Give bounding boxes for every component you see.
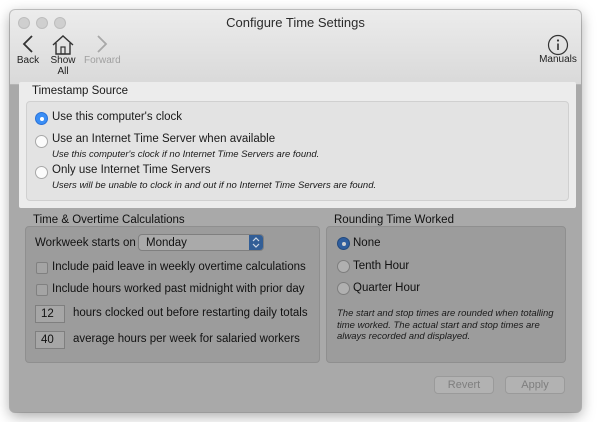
radio-internet-when-available[interactable] xyxy=(35,135,48,148)
rounding-box: None Tenth Hour Quarter Hour The start a… xyxy=(326,226,566,363)
midnight-label[interactable]: Include hours worked past midnight with … xyxy=(52,283,305,295)
back-button[interactable]: Back xyxy=(14,34,42,66)
hours-clocked-out-input[interactable]: 12 xyxy=(35,305,65,323)
option-computer-clock-label[interactable]: Use this computer's clock xyxy=(52,111,182,123)
timestamp-source-panel: Timestamp Source Use this computer's clo… xyxy=(19,82,576,208)
forward-button[interactable]: Forward xyxy=(84,34,121,66)
radio-internet-only[interactable] xyxy=(35,166,48,179)
option-internet-only-note: Users will be unable to clock in and out… xyxy=(52,180,377,191)
configure-time-settings-window: Configure Time Settings Back Show All Fo… xyxy=(10,10,581,412)
rounding-heading: Rounding Time Worked xyxy=(334,214,454,226)
window-title: Configure Time Settings xyxy=(226,15,365,30)
apply-button[interactable]: Apply xyxy=(505,376,565,394)
manuals-label: Manuals xyxy=(539,54,577,65)
salaried-hours-label: average hours per week for salaried work… xyxy=(73,333,300,345)
timestamp-source-box: Use this computer's clock Use an Interne… xyxy=(26,101,569,201)
option-internet-when-available-label[interactable]: Use an Internet Time Server when availab… xyxy=(52,133,275,145)
info-icon xyxy=(547,34,569,56)
manuals-button[interactable]: Manuals xyxy=(538,34,578,65)
workweek-select[interactable]: Monday xyxy=(138,234,264,251)
hours-clocked-out-label: hours clocked out before restarting dail… xyxy=(73,307,308,319)
option-internet-only-label[interactable]: Only use Internet Time Servers xyxy=(52,164,211,176)
chevron-left-icon xyxy=(22,35,33,53)
overtime-box: Workweek starts on Monday Include paid l… xyxy=(25,226,320,363)
midnight-checkbox[interactable] xyxy=(36,284,48,296)
radio-rounding-quarter-hour[interactable] xyxy=(337,282,350,295)
back-label: Back xyxy=(16,55,40,66)
rounding-note: The start and stop times are rounded whe… xyxy=(337,308,554,342)
show-all-label: Show All xyxy=(50,55,76,77)
rounding-quarter-hour-label[interactable]: Quarter Hour xyxy=(353,282,420,294)
select-stepper-icon xyxy=(249,235,263,250)
salaried-hours-input[interactable]: 40 xyxy=(35,331,65,349)
radio-rounding-tenth-hour[interactable] xyxy=(337,260,350,273)
forward-label: Forward xyxy=(84,55,121,66)
title-bar: Configure Time Settings Back Show All Fo… xyxy=(10,10,581,85)
chevron-right-icon xyxy=(97,35,108,53)
workweek-value: Monday xyxy=(146,237,187,249)
option-internet-when-available-note: Use this computer's clock if no Internet… xyxy=(52,149,320,160)
workweek-label: Workweek starts on xyxy=(35,237,136,249)
radio-computer-clock[interactable] xyxy=(35,112,48,125)
home-icon xyxy=(52,35,74,55)
show-all-button[interactable]: Show All xyxy=(44,34,82,77)
radio-rounding-none[interactable] xyxy=(337,237,350,250)
paid-leave-label[interactable]: Include paid leave in weekly overtime ca… xyxy=(52,261,306,273)
timestamp-source-heading: Timestamp Source xyxy=(32,85,129,97)
revert-button[interactable]: Revert xyxy=(434,376,494,394)
rounding-tenth-hour-label[interactable]: Tenth Hour xyxy=(353,260,409,272)
paid-leave-checkbox[interactable] xyxy=(36,262,48,274)
overtime-heading: Time & Overtime Calculations xyxy=(33,214,185,226)
rounding-none-label[interactable]: None xyxy=(353,237,381,249)
